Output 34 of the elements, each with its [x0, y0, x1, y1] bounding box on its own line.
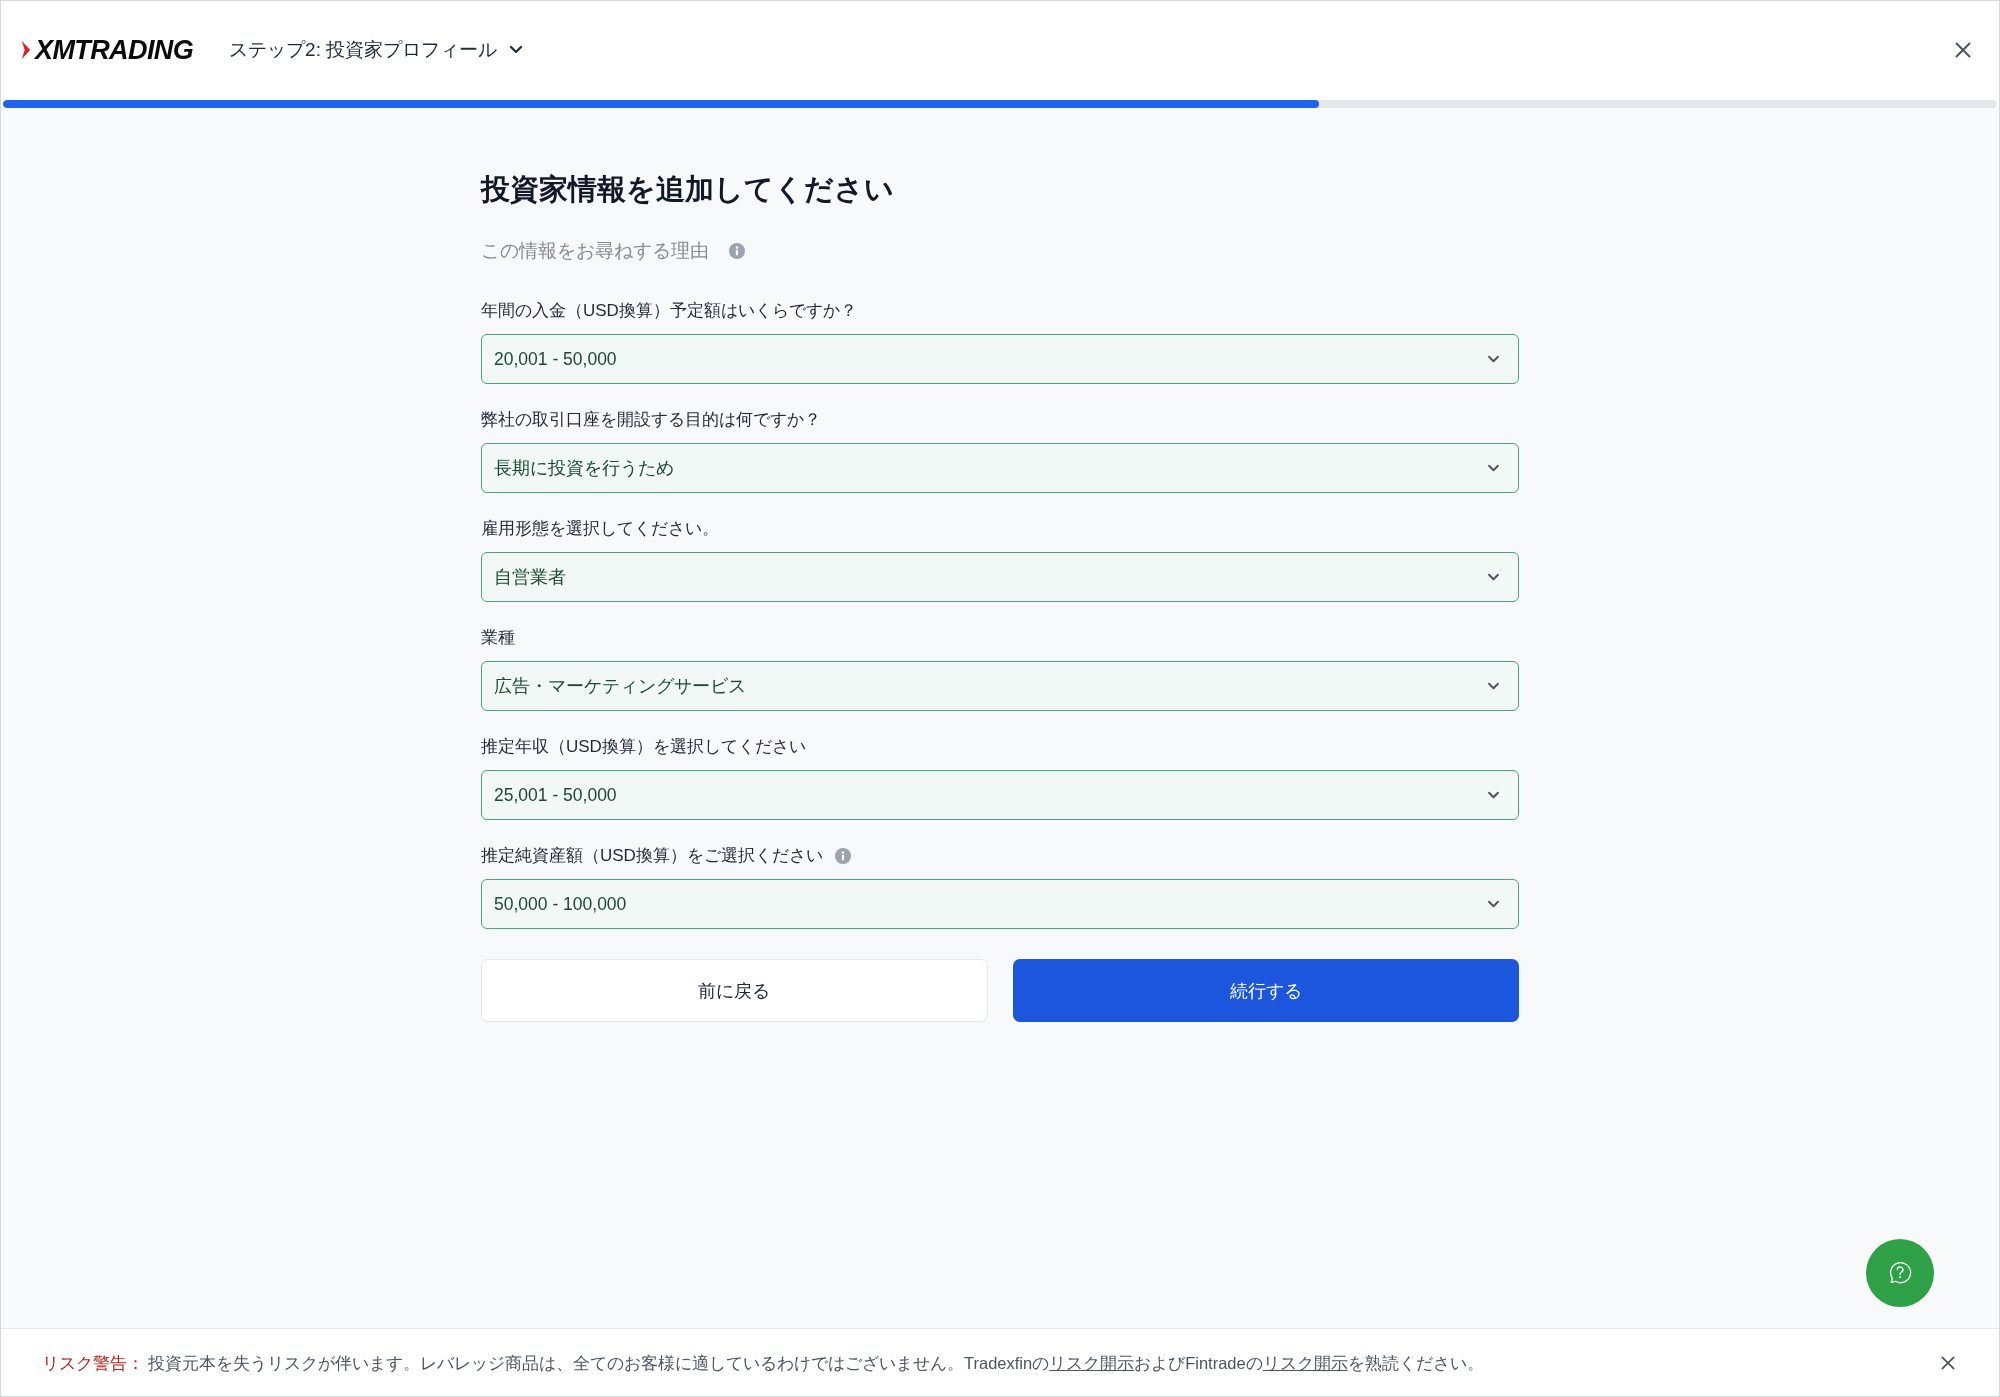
chevron-down-icon — [1487, 900, 1500, 908]
select-field[interactable]: 20,001 - 50,000 — [481, 334, 1519, 384]
field-label: 業種 — [481, 627, 515, 649]
risk-warning-text: 投資元本を失うリスクが伴います。レバレッジ商品は、全てのお客様に適しているわけではございません。Tradexfinの リスク開示およびFintradeの リスク開示を熟読ください。 — [148, 1352, 1484, 1374]
select-field[interactable]: 広告・マーケティングサービス — [481, 661, 1519, 711]
reason-text: この情報をお尋ねする理由 — [481, 239, 709, 263]
info-icon[interactable] — [834, 848, 851, 864]
risk-disclosure-link[interactable]: リスク開示 — [1262, 1353, 1348, 1372]
chevron-down-icon — [1487, 464, 1500, 472]
chevron-down-icon — [1487, 791, 1500, 799]
chevron-down-icon — [1487, 573, 1500, 581]
select-field[interactable]: 長期に投資を行うため — [481, 443, 1519, 493]
select-field[interactable]: 25,001 - 50,000 — [481, 770, 1519, 820]
field-label: 弊社の取引口座を開設する目的は何ですか？ — [481, 409, 821, 431]
continue-button[interactable]: 続行する — [1012, 959, 1519, 1022]
logo-text: XMTRADING — [35, 34, 194, 65]
select-field[interactable]: 自営業者 — [481, 552, 1519, 602]
chevron-down-icon — [1487, 682, 1500, 690]
page-title: 投資家情報を追加してください — [481, 172, 895, 207]
chevron-down-icon — [1487, 355, 1500, 363]
risk-warning-label: リスク警告： — [42, 1352, 144, 1374]
help-bubble-icon — [1887, 1260, 1913, 1286]
field-label: 年間の入金（USD換算）予定額はいくらですか？ — [481, 300, 857, 322]
close-icon — [1941, 1355, 1955, 1370]
info-icon[interactable] — [729, 243, 745, 259]
step-dropdown[interactable]: ステップ2: 投資家プロフィール — [229, 35, 524, 64]
chevron-down-icon — [509, 45, 524, 54]
risk-disclosure-link[interactable]: リスク開示 — [1049, 1353, 1135, 1372]
back-button[interactable]: 前に戻る — [481, 959, 988, 1022]
field-label: 推定純資産額（USD換算）をご選択ください — [481, 845, 823, 867]
field-label: 推定年収（USD換算）を選択してください — [481, 736, 806, 758]
select-field[interactable]: 50,000 - 100,000 — [481, 879, 1519, 929]
close-icon — [1955, 41, 1971, 58]
field-label: 雇用形態を選択してください。 — [481, 518, 719, 540]
